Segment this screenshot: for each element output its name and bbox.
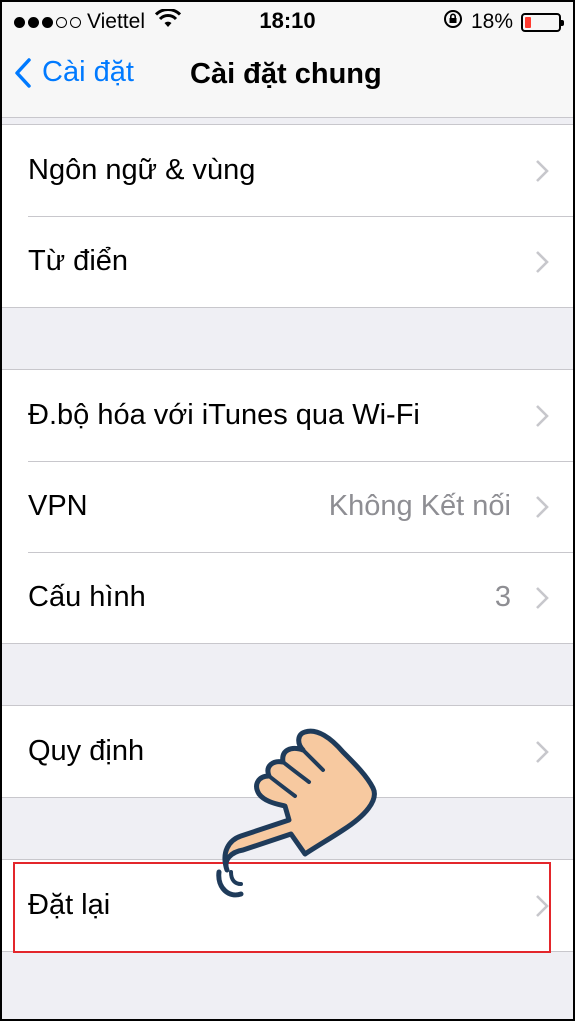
settings-group-sync: Đ.bộ hóa với iTunes qua Wi-Fi VPN Không … — [2, 369, 573, 644]
chevron-right-icon — [536, 251, 549, 273]
row-label: Đặt lại — [28, 889, 111, 921]
battery-percent: 18% — [470, 10, 513, 33]
pointing-hand-icon — [205, 722, 385, 907]
settings-group-language: Ngôn ngữ & vùng Từ điển — [2, 124, 573, 308]
battery-fill — [525, 16, 531, 28]
orientation-lock-icon — [443, 9, 463, 35]
row-language-region[interactable]: Ngôn ngữ & vùng — [2, 125, 573, 216]
chevron-right-icon — [536, 405, 549, 427]
battery-icon — [521, 12, 564, 32]
status-right: 18% — [443, 9, 564, 35]
chevron-left-icon — [15, 57, 31, 88]
row-label: Từ điển — [28, 245, 129, 277]
profiles-count-value: 3 — [494, 581, 511, 613]
row-label: Đ.bộ hóa với iTunes qua Wi-Fi — [28, 399, 420, 431]
back-button[interactable]: Cài đặt — [14, 56, 134, 89]
status-bar: Viettel 18:10 18% — [2, 2, 573, 40]
chevron-right-icon — [536, 496, 549, 518]
row-label: Quy định — [28, 735, 145, 767]
row-label: Cấu hình — [28, 581, 146, 613]
page-title: Cài đặt chung — [190, 58, 382, 90]
row-label: Ngôn ngữ & vùng — [28, 154, 256, 186]
back-button-label: Cài đặt — [42, 56, 134, 88]
chevron-right-icon — [536, 587, 549, 609]
row-dictionary[interactable]: Từ điển — [2, 216, 573, 307]
row-vpn[interactable]: VPN Không Kết nối — [2, 461, 573, 552]
chevron-right-icon — [536, 741, 549, 763]
row-label: VPN — [28, 490, 88, 522]
navigation-bar: Cài đặt Cài đặt chung — [2, 40, 573, 118]
row-profiles[interactable]: Cấu hình 3 — [2, 552, 573, 643]
chevron-right-icon — [536, 895, 549, 917]
chevron-right-icon — [536, 160, 549, 182]
vpn-status-value: Không Kết nối — [328, 490, 511, 522]
row-itunes-wifi-sync[interactable]: Đ.bộ hóa với iTunes qua Wi-Fi — [2, 370, 573, 461]
